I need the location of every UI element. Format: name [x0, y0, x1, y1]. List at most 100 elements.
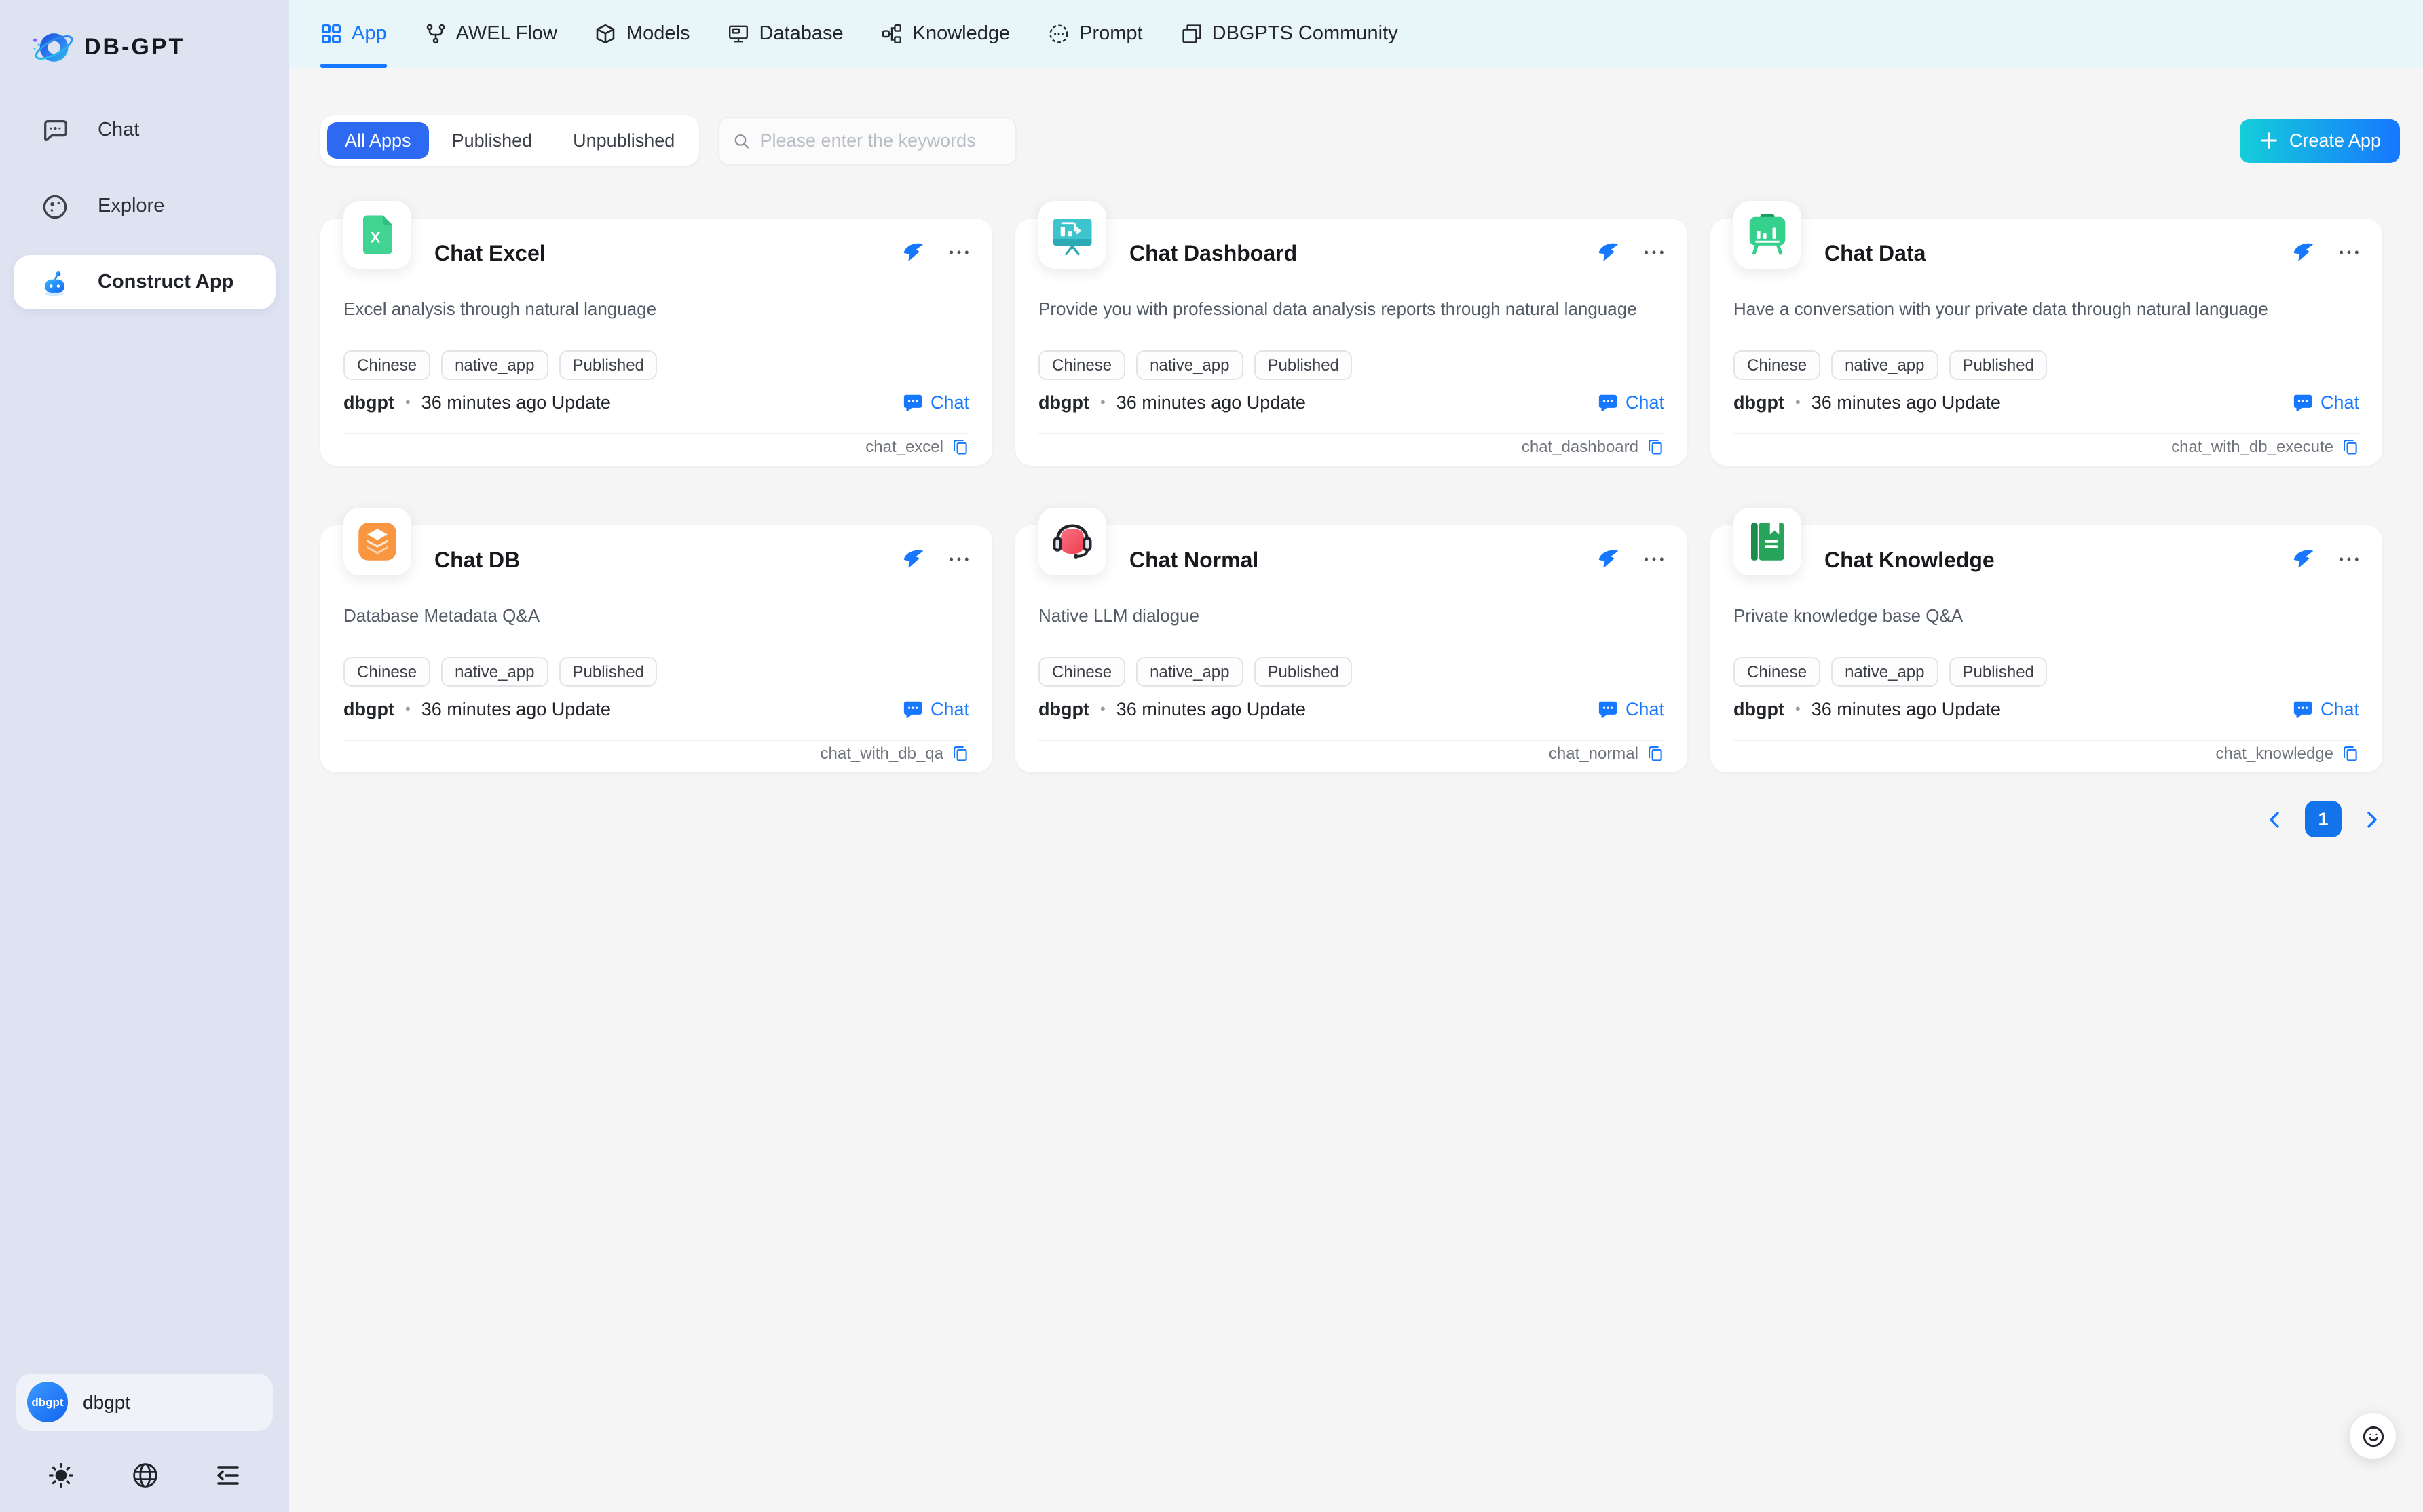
more-dots-icon[interactable] — [2337, 246, 2361, 257]
create-app-label: Create App — [2289, 130, 2381, 151]
app-card-chat-dashboard[interactable]: Chat Dashboard Provide you with professi… — [1015, 219, 1687, 466]
copy-icon[interactable] — [952, 438, 969, 455]
tab-models[interactable]: Models — [595, 0, 690, 68]
more-dots-icon[interactable] — [947, 246, 971, 257]
sidebar-item-construct-app[interactable]: Construct App — [14, 255, 276, 309]
filter-published[interactable]: Published — [434, 122, 550, 159]
search-input[interactable] — [760, 130, 1002, 151]
tag-native-app: native_app — [1831, 350, 1938, 380]
share-wing-icon[interactable] — [901, 240, 924, 263]
db-icon — [343, 508, 411, 575]
tab-label: Knowledge — [913, 23, 1011, 45]
tab-knowledge[interactable]: Knowledge — [882, 0, 1011, 68]
share-wing-icon[interactable] — [901, 547, 924, 570]
share-wing-icon[interactable] — [2291, 240, 2314, 263]
tab-awel-flow[interactable]: AWEL Flow — [425, 0, 557, 68]
tab-dbgpts-community[interactable]: DBGPTS Community — [1181, 0, 1398, 68]
book-icon — [1733, 508, 1801, 575]
create-app-button[interactable]: Create App — [2240, 119, 2400, 162]
tag-native-app: native_app — [1831, 657, 1938, 687]
chat-link[interactable]: Chat — [903, 392, 969, 413]
branch-icon — [425, 23, 447, 45]
tag-published: Published — [1949, 657, 2048, 687]
more-dots-icon[interactable] — [2337, 553, 2361, 564]
more-dots-icon[interactable] — [1642, 553, 1666, 564]
prev-page-icon[interactable] — [2264, 808, 2286, 830]
app-card-chat-knowledge[interactable]: Chat Knowledge Private knowledge base Q&… — [1710, 525, 2382, 772]
card-actions — [1596, 547, 1666, 570]
card-actions — [2291, 547, 2361, 570]
tag-published: Published — [1949, 350, 2048, 380]
tab-app[interactable]: App — [320, 0, 387, 68]
chat-link[interactable]: Chat — [903, 699, 969, 719]
user-name: dbgpt — [83, 1391, 130, 1413]
copy-icon[interactable] — [2342, 438, 2359, 455]
app-card-description: Excel analysis through natural language — [343, 297, 972, 323]
share-wing-icon[interactable] — [1596, 547, 1619, 570]
tag-list: Chinesenative_appPublished — [1038, 350, 1353, 380]
copy-icon[interactable] — [2342, 744, 2359, 762]
app-card-title: Chat Knowledge — [1824, 550, 1995, 574]
chat-link-label: Chat — [1626, 392, 1664, 413]
chat-link[interactable]: Chat — [1598, 699, 1664, 719]
theme-sun-icon[interactable] — [46, 1460, 76, 1490]
tag-chinese: Chinese — [1038, 657, 1125, 687]
chat-link[interactable]: Chat — [2293, 699, 2359, 719]
updated-text: 36 minutes ago Update — [1116, 699, 1306, 719]
app-card-chat-db[interactable]: Chat DB Database Metadata Q&A Chinesenat… — [320, 525, 992, 772]
avatar: dbgpt — [27, 1382, 68, 1422]
copy-icon[interactable] — [1647, 438, 1664, 455]
tag-published: Published — [1254, 350, 1353, 380]
brand-name: DB-GPT — [84, 34, 185, 61]
tag-chinese: Chinese — [1733, 350, 1820, 380]
tab-label: Prompt — [1079, 23, 1143, 45]
tab-label: AWEL Flow — [456, 23, 557, 45]
more-dots-icon[interactable] — [1642, 246, 1666, 257]
collapse-sidebar-icon[interactable] — [213, 1460, 243, 1490]
tag-native-app: native_app — [441, 657, 548, 687]
sidebar-item-explore[interactable]: Explore — [14, 179, 276, 233]
page-number[interactable]: 1 — [2305, 801, 2342, 837]
card-divider — [343, 740, 969, 741]
user-pill[interactable]: dbgpt dbgpt — [16, 1374, 273, 1431]
meta-separator: • — [1100, 394, 1106, 411]
app-card-chat-normal[interactable]: Chat Normal Native LLM dialogue Chinesen… — [1015, 525, 1687, 772]
meta-separator: • — [405, 394, 411, 411]
chat-link[interactable]: Chat — [2293, 392, 2359, 413]
language-globe-icon[interactable] — [130, 1460, 159, 1490]
card-divider — [1038, 433, 1664, 434]
filter-all-apps[interactable]: All Apps — [327, 122, 429, 159]
copy-icon[interactable] — [952, 744, 969, 762]
card-divider — [343, 433, 969, 434]
plus-icon — [2259, 130, 2280, 151]
copy-icon[interactable] — [1647, 744, 1664, 762]
more-dots-icon[interactable] — [947, 553, 971, 564]
chat-link-icon — [1598, 392, 1619, 413]
chat-link-icon — [2293, 392, 2314, 413]
tag-chinese: Chinese — [1733, 657, 1820, 687]
share-wing-icon[interactable] — [2291, 547, 2314, 570]
tab-label: DBGPTS Community — [1212, 23, 1398, 45]
app-card-chat-excel[interactable]: X Chat Excel Excel analysis through natu… — [320, 219, 992, 466]
card-footer: chat_knowledge — [2216, 744, 2359, 763]
share-wing-icon[interactable] — [1596, 240, 1619, 263]
sidebar-item-chat[interactable]: Chat — [14, 103, 276, 157]
card-meta: dbgpt • 36 minutes ago Update Chat — [1038, 699, 1664, 719]
chat-link[interactable]: Chat — [1598, 392, 1664, 413]
brand-logo[interactable]: DB-GPT — [30, 22, 289, 73]
feedback-smiley-button[interactable] — [2350, 1413, 2396, 1459]
next-page-icon[interactable] — [2361, 808, 2382, 830]
app-card-chat-data[interactable]: Chat Data Have a conversation with your … — [1710, 219, 2382, 466]
filter-unpublished[interactable]: Unpublished — [555, 122, 692, 159]
updated-text: 36 minutes ago Update — [1811, 699, 2001, 719]
tag-list: Chinesenative_appPublished — [1038, 657, 1353, 687]
dbgpt-logo-icon — [30, 24, 76, 71]
card-footer: chat_with_db_qa — [821, 744, 970, 763]
app-card-grid: X Chat Excel Excel analysis through natu… — [320, 219, 2382, 772]
card-meta: dbgpt • 36 minutes ago Update Chat — [343, 392, 969, 413]
tag-chinese: Chinese — [343, 350, 430, 380]
tab-prompt[interactable]: Prompt — [1048, 0, 1143, 68]
tag-published: Published — [1254, 657, 1353, 687]
tab-label: App — [352, 23, 387, 45]
tab-database[interactable]: Database — [728, 0, 843, 68]
